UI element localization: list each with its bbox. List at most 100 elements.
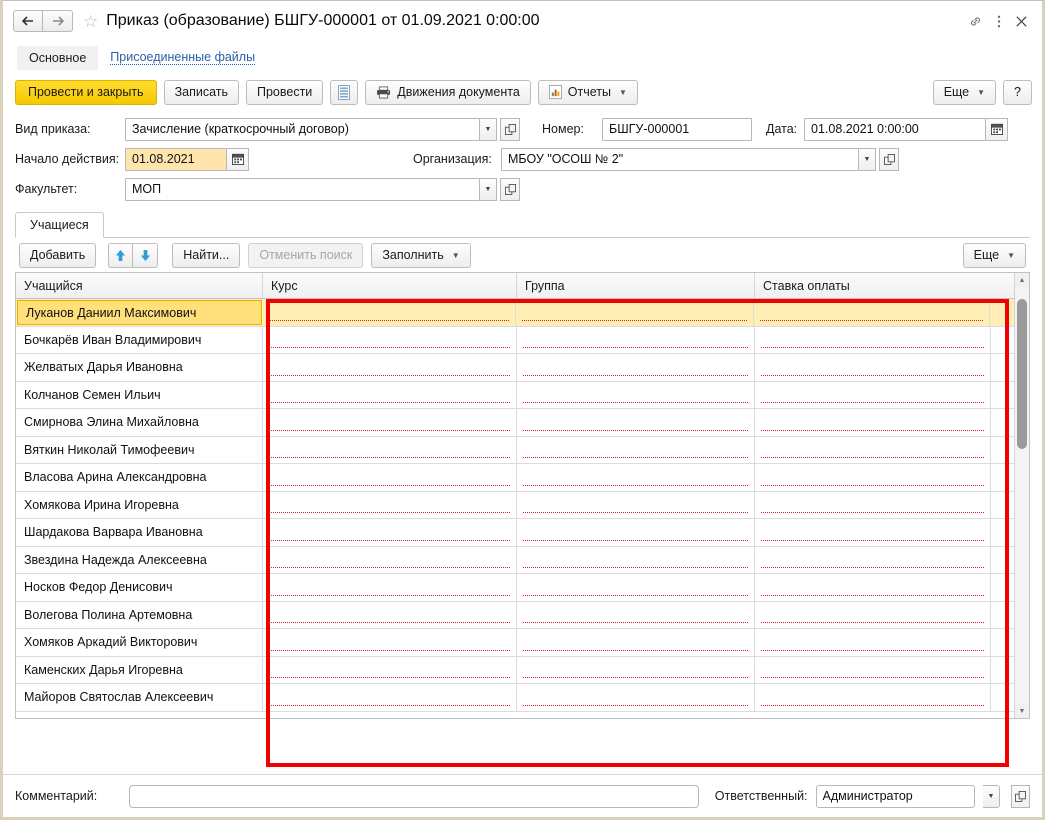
table-row[interactable]: Желватых Дарья Ивановна xyxy=(16,354,1014,382)
date-calendar-button[interactable] xyxy=(986,117,1008,141)
find-button[interactable]: Найти... xyxy=(172,242,241,268)
table-row[interactable]: Вяткин Николай Тимофеевич xyxy=(16,436,1014,464)
table-row[interactable]: Каменских Дарья Игоревна xyxy=(16,656,1014,684)
responsible-input[interactable]: Администратор xyxy=(815,784,976,808)
group-cell[interactable] xyxy=(517,354,755,381)
student-name-cell[interactable]: Носков Федор Денисович xyxy=(16,574,263,601)
reports-button[interactable]: Отчеты ▼ xyxy=(537,79,638,105)
add-button[interactable]: Добавить xyxy=(19,242,97,268)
column-header-pay-rate[interactable]: Ставка оплаты xyxy=(755,273,991,298)
kebab-menu-icon[interactable] xyxy=(997,14,1001,29)
star-icon[interactable]: ☆ xyxy=(83,13,98,30)
student-name-cell[interactable]: Каменских Дарья Игоревна xyxy=(16,656,263,683)
group-cell[interactable] xyxy=(517,601,755,628)
course-cell[interactable] xyxy=(263,436,517,463)
back-button[interactable] xyxy=(13,10,43,32)
pay-rate-cell[interactable] xyxy=(754,299,990,326)
table-row[interactable]: Бочкарёв Иван Владимирович xyxy=(16,326,1014,354)
student-name-cell[interactable]: Луканов Даниил Максимович xyxy=(17,300,262,325)
table-row[interactable]: Волегова Полина Артемовна xyxy=(16,601,1014,629)
course-cell[interactable] xyxy=(263,574,517,601)
pay-rate-cell[interactable] xyxy=(755,656,991,683)
organization-dropdown-button[interactable]: ▼ xyxy=(859,147,876,171)
pay-rate-cell[interactable] xyxy=(755,381,991,408)
save-button[interactable]: Записать xyxy=(163,79,239,105)
pay-rate-cell[interactable] xyxy=(755,629,991,656)
table-row[interactable]: Луканов Даниил Максимович xyxy=(16,299,1014,327)
student-name-cell[interactable]: Власова Арина Александровна xyxy=(16,464,263,491)
table-row[interactable]: Колчанов Семен Ильич xyxy=(16,381,1014,409)
faculty-input[interactable]: МОП xyxy=(125,177,480,201)
help-button[interactable]: ? xyxy=(1003,79,1032,105)
group-cell[interactable] xyxy=(517,381,755,408)
faculty-open-button[interactable] xyxy=(500,177,520,201)
link-attached-files[interactable]: Присоединенные файлы xyxy=(110,50,256,65)
scroll-down-icon[interactable]: ▼ xyxy=(1015,704,1029,718)
pay-rate-cell[interactable] xyxy=(755,464,991,491)
table-row[interactable]: Смирнова Элина Михайловна xyxy=(16,409,1014,437)
course-cell[interactable] xyxy=(263,629,517,656)
course-cell[interactable] xyxy=(263,326,517,353)
group-cell[interactable] xyxy=(517,629,755,656)
student-name-cell[interactable]: Смирнова Элина Михайловна xyxy=(16,409,263,436)
tab-students[interactable]: Учащиеся xyxy=(15,212,104,238)
tab-main[interactable]: Основное xyxy=(17,45,99,70)
table-row[interactable]: Носков Федор Денисович xyxy=(16,574,1014,602)
forward-button[interactable] xyxy=(43,10,73,32)
pay-rate-cell[interactable] xyxy=(755,574,991,601)
student-name-cell[interactable]: Желватых Дарья Ивановна xyxy=(16,354,263,381)
move-down-button[interactable] xyxy=(133,242,159,268)
student-name-cell[interactable]: Майоров Святослав Алексеевич xyxy=(16,684,263,711)
organization-input[interactable]: МБОУ "ОСОШ № 2" xyxy=(501,147,859,171)
student-name-cell[interactable]: Шардакова Варвара Ивановна xyxy=(16,519,263,546)
column-header-group[interactable]: Группа xyxy=(517,273,755,298)
group-cell[interactable] xyxy=(517,326,755,353)
start-date-calendar-button[interactable] xyxy=(227,147,249,171)
table-row[interactable]: Хомяков Аркадий Викторович xyxy=(16,629,1014,657)
course-cell[interactable] xyxy=(263,491,517,518)
column-header-course[interactable]: Курс xyxy=(263,273,517,298)
pay-rate-cell[interactable] xyxy=(755,326,991,353)
table-row[interactable]: Звездина Надежда Алексеевна xyxy=(16,546,1014,574)
order-type-open-button[interactable] xyxy=(500,117,520,141)
student-name-cell[interactable]: Звездина Надежда Алексеевна xyxy=(16,546,263,573)
order-type-input[interactable]: Зачисление (краткосрочный договор) xyxy=(125,117,480,141)
table-row[interactable]: Майоров Святослав Алексеевич xyxy=(16,684,1014,712)
course-cell[interactable] xyxy=(263,601,517,628)
scroll-up-icon[interactable]: ▲ xyxy=(1015,273,1029,287)
group-cell[interactable] xyxy=(517,464,755,491)
link-icon[interactable] xyxy=(968,14,983,29)
post-and-close-button[interactable]: Провести и закрыть xyxy=(15,79,157,105)
group-cell[interactable] xyxy=(517,684,755,711)
course-cell[interactable] xyxy=(262,299,516,326)
pay-rate-cell[interactable] xyxy=(755,546,991,573)
post-button[interactable]: Провести xyxy=(245,79,324,105)
move-up-button[interactable] xyxy=(108,242,134,268)
responsible-open-button[interactable] xyxy=(1010,784,1030,808)
group-cell[interactable] xyxy=(517,574,755,601)
course-cell[interactable] xyxy=(263,464,517,491)
pay-rate-cell[interactable] xyxy=(755,684,991,711)
date-input[interactable]: 01.08.2021 0:00:00 xyxy=(804,117,986,141)
print-form-button[interactable] xyxy=(330,79,359,105)
faculty-dropdown-button[interactable]: ▼ xyxy=(480,177,497,201)
close-icon[interactable] xyxy=(1015,15,1028,28)
group-cell[interactable] xyxy=(517,436,755,463)
pay-rate-cell[interactable] xyxy=(755,519,991,546)
student-name-cell[interactable]: Колчанов Семен Ильич xyxy=(16,381,263,408)
scrollbar-thumb[interactable] xyxy=(1017,299,1027,449)
student-name-cell[interactable]: Хомяков Аркадий Викторович xyxy=(16,629,263,656)
responsible-dropdown-button[interactable]: ▼ xyxy=(983,784,1000,808)
group-cell[interactable] xyxy=(517,409,755,436)
pay-rate-cell[interactable] xyxy=(755,491,991,518)
group-cell[interactable] xyxy=(517,519,755,546)
table-row[interactable]: Власова Арина Александровна xyxy=(16,464,1014,492)
group-cell[interactable] xyxy=(517,491,755,518)
start-date-input[interactable]: 01.08.2021 xyxy=(125,147,227,171)
organization-open-button[interactable] xyxy=(879,147,899,171)
pay-rate-cell[interactable] xyxy=(755,601,991,628)
course-cell[interactable] xyxy=(263,354,517,381)
course-cell[interactable] xyxy=(263,656,517,683)
number-input[interactable]: БШГУ-000001 xyxy=(602,117,752,141)
pay-rate-cell[interactable] xyxy=(755,354,991,381)
